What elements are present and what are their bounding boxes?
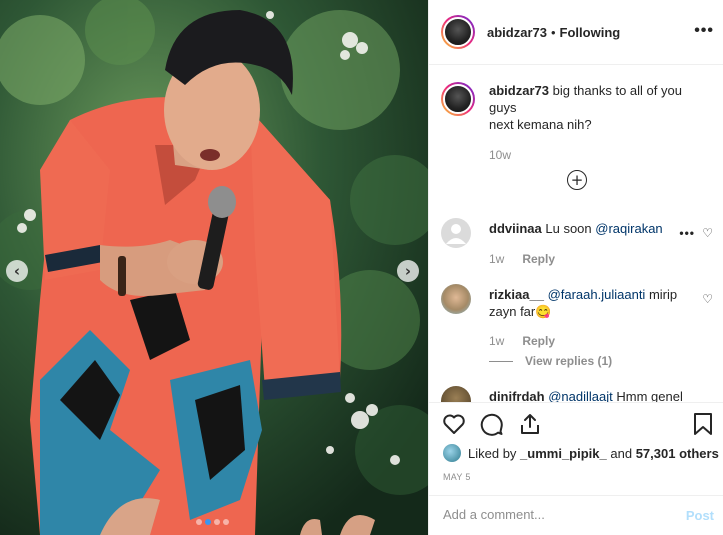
comment-item: rizkiaa__ @faraah.juliaanti mirip zayn f…: [441, 284, 713, 374]
liker-avatar[interactable]: [443, 444, 461, 462]
reply-button[interactable]: Reply: [522, 252, 555, 266]
heart-icon: [443, 414, 465, 434]
comment-body: Hmm genel: [616, 389, 683, 402]
reply-button[interactable]: Reply: [522, 334, 555, 348]
comment-avatar[interactable]: [441, 218, 471, 248]
likes-count-link[interactable]: 57,301 others: [636, 446, 719, 461]
caption-timestamp[interactable]: 10w: [489, 148, 511, 162]
carousel-indicator: [196, 519, 229, 525]
author-username[interactable]: abidzar73: [487, 25, 547, 40]
likes-summary: Liked by _ummi_pipik_ and 57,301 others: [443, 444, 719, 462]
comment-button[interactable]: [479, 411, 505, 437]
chevron-right-icon: ›: [404, 262, 412, 280]
following-button[interactable]: Following: [560, 25, 621, 40]
bookmark-icon: [694, 413, 712, 435]
liked-by-user[interactable]: _ummi_pipik_: [520, 446, 607, 461]
caption-avatar[interactable]: [441, 82, 475, 116]
post-actions: Liked by _ummi_pipik_ and 57,301 others …: [429, 402, 723, 532]
comment-username[interactable]: ddviinaa: [489, 221, 542, 236]
comment-like-heart-icon[interactable]: ♡: [702, 226, 713, 240]
carousel-dot: [223, 519, 229, 525]
comment-time[interactable]: 1w: [489, 252, 504, 266]
caption-line2: next kemana nih?: [489, 117, 592, 132]
comment-body: Lu soon: [545, 221, 592, 236]
caption: abidzar73 big thanks to all of you guys …: [441, 82, 711, 133]
save-button[interactable]: [690, 411, 716, 437]
caption-username[interactable]: abidzar73: [489, 83, 549, 98]
comment-like-heart-icon[interactable]: ♡: [702, 292, 713, 306]
caption-text: abidzar73 big thanks to all of you guys …: [489, 82, 699, 133]
share-button[interactable]: [517, 411, 543, 437]
carousel-next-button[interactable]: ›: [397, 260, 419, 282]
more-options-icon[interactable]: •••: [694, 22, 714, 40]
comments-list[interactable]: abidzar73 big thanks to all of you guys …: [429, 66, 723, 402]
load-more-comments-icon[interactable]: +: [567, 170, 587, 190]
comment-meta: 1w Reply: [489, 334, 555, 348]
comment-input[interactable]: [443, 507, 663, 522]
comment-options-icon[interactable]: •••: [679, 226, 695, 240]
comment-meta: 1w Reply: [489, 252, 555, 266]
default-user-icon: [446, 224, 466, 244]
comment-mention[interactable]: @faraah.juliaanti: [548, 287, 646, 302]
view-replies-button[interactable]: View replies (1): [489, 354, 612, 368]
post-photo[interactable]: ‹ ›: [0, 0, 428, 535]
comment-item: ddviinaa Lu soon @raqirakan ••• ♡ 1w Rep…: [441, 218, 713, 268]
comment-avatar[interactable]: [441, 386, 471, 402]
comment-avatar[interactable]: [441, 284, 471, 314]
liked-by-and: and: [610, 445, 633, 461]
carousel-dot-active: [205, 519, 211, 525]
post-comment-button[interactable]: Post: [686, 508, 714, 523]
comment-username[interactable]: dinifrdah: [489, 389, 545, 402]
comment-item: dinifrdah @nadillaajt Hmm genel: [441, 386, 713, 402]
comment-username[interactable]: rizkiaa__: [489, 287, 544, 302]
plus-icon: +: [570, 170, 584, 189]
post-header: abidzar73 • Following •••: [429, 0, 723, 65]
comment-text: dinifrdah @nadillaajt Hmm genel: [489, 388, 689, 402]
post-sidebar: abidzar73 • Following ••• abidzar73 big …: [428, 0, 723, 535]
comment-text: ddviinaa Lu soon @raqirakan: [489, 220, 689, 237]
comment-text: rizkiaa__ @faraah.juliaanti mirip zayn f…: [489, 286, 689, 320]
photo-image: [0, 0, 428, 535]
share-upload-icon: [521, 414, 539, 434]
carousel-dot: [196, 519, 202, 525]
header-separator: •: [550, 24, 556, 40]
liked-by-prefix: Liked by: [468, 445, 517, 461]
carousel-prev-button[interactable]: ‹: [6, 260, 28, 282]
carousel-dot: [214, 519, 220, 525]
like-button[interactable]: [441, 411, 467, 437]
speech-bubble-icon: [480, 413, 503, 436]
add-comment-bar: Post: [429, 495, 723, 533]
divider-line: [489, 360, 513, 362]
comment-time[interactable]: 1w: [489, 334, 504, 348]
author-avatar[interactable]: [441, 15, 475, 49]
chevron-left-icon: ‹: [13, 262, 21, 280]
view-replies-label: View replies (1): [525, 354, 613, 368]
comment-mention[interactable]: @raqirakan: [595, 221, 662, 236]
post-date[interactable]: MAY 5: [443, 472, 471, 482]
comment-mention[interactable]: @nadillaajt: [548, 389, 613, 402]
action-icons: [441, 411, 543, 437]
